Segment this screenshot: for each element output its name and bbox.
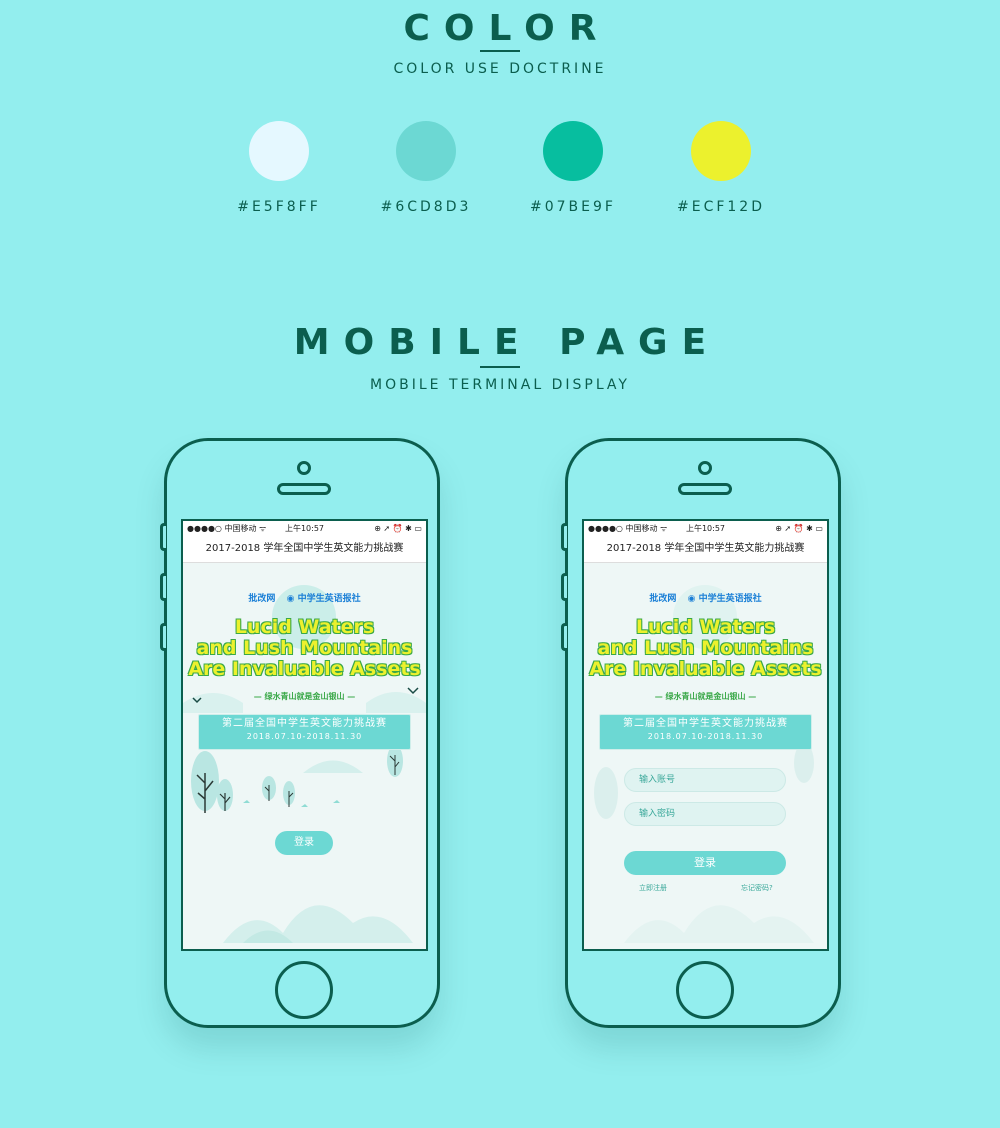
phone-screen: ●●●●○ 中国移动 ᯤ 上午10:57 ⊕ ➚ ⏰ ✱ ▭ 2017-2018… [181,519,428,951]
headline-line: Are Invaluable Assets [188,658,421,680]
event-dates: 2018.07.10-2018.11.30 [647,732,764,741]
event-banner: 第二届全国中学生英文能力挑战赛 2018.07.10-2018.11.30 [599,714,812,750]
event-title: 第二届全国中学生英文能力挑战赛 [222,718,387,729]
color-section-title: COLOR [403,8,611,49]
home-button [275,961,333,1019]
swatch-circle [249,121,309,181]
slogan: — 绿水青山就是金山银山 — [654,692,757,701]
swatch-label: #07BE9F [530,199,616,215]
phone-mockup-home: ●●●●○ 中国移动 ᯤ 上午10:57 ⊕ ➚ ⏰ ✱ ▭ 2017-2018… [160,438,440,1028]
title-underline [480,50,520,52]
swatch-circle [396,121,456,181]
pigai-logo: 批改网 [248,594,276,604]
status-time: 上午10:57 [685,523,726,533]
headline: Lucid Waters and Lush Mountains Are Inva… [584,617,827,680]
swatch-label: #ECF12D [677,199,765,215]
status-bar: ●●●●○ 中国移动 ᯤ 上午10:57 ⊕ ➚ ⏰ ✱ ▭ [183,521,426,535]
swatch-label: #E5F8FF [237,199,321,215]
home-button [676,961,734,1019]
swatch-label: #6CD8D3 [380,199,472,215]
newspaper-logo: ◉ 中学生英语报社 [687,594,762,604]
status-time: 上午10:57 [284,523,325,533]
account-input[interactable]: 输入账号 [624,768,786,792]
mobile-section-subtitle: MOBILE TERMINAL DISPLAY [370,377,630,393]
speaker-icon [678,483,732,495]
side-button [561,523,567,551]
event-dates: 2018.07.10-2018.11.30 [246,732,363,741]
mobile-section-title: MOBILE PAGE [293,322,721,363]
newspaper-logo: ◉ 中学生英语报社 [286,594,361,604]
headline-line: Lucid Waters [635,616,776,638]
phone-mockup-login: ●●●●○ 中国移动 ᯤ 上午10:57 ⊕ ➚ ⏰ ✱ ▭ 2017-2018… [561,438,841,1028]
forgot-password-link[interactable]: 忘记密码? [741,883,773,893]
register-link[interactable]: 立即注册 [639,883,667,893]
password-input[interactable]: 输入密码 [624,802,786,826]
speaker-icon [277,483,331,495]
headline-line: and Lush Mountains [597,637,814,659]
camera-icon [297,461,311,475]
event-banner: 第二届全国中学生英文能力挑战赛 2018.07.10-2018.11.30 [198,714,411,750]
side-button [160,623,166,651]
status-bar: ●●●●○ 中国移动 ᯤ 上午10:57 ⊕ ➚ ⏰ ✱ ▭ [584,521,827,535]
side-button [561,573,567,601]
headline: Lucid Waters and Lush Mountains Are Inva… [183,617,426,680]
headline-line: and Lush Mountains [196,637,413,659]
swatch-circle [543,121,603,181]
side-button [561,623,567,651]
partner-logos: 批改网 ◉ 中学生英语报社 [584,591,827,604]
swatch-circle [691,121,751,181]
nav-title: 2017-2018 学年全国中学生英文能力挑战赛 [584,535,827,563]
nav-title: 2017-2018 学年全国中学生英文能力挑战赛 [183,535,426,563]
login-button[interactable]: 登录 [624,851,786,875]
phone-screen: ●●●●○ 中国移动 ᯤ 上午10:57 ⊕ ➚ ⏰ ✱ ▭ 2017-2018… [582,519,829,951]
pigai-logo: 批改网 [649,594,677,604]
side-button [160,573,166,601]
headline-line: Lucid Waters [234,616,375,638]
headline-line: Are Invaluable Assets [589,658,822,680]
partner-logos: 批改网 ◉ 中学生英语报社 [183,591,426,604]
color-section-subtitle: COLOR USE DOCTRINE [393,61,607,77]
login-button[interactable]: 登录 [275,831,333,855]
side-button [160,523,166,551]
camera-icon [698,461,712,475]
title-underline [480,366,520,368]
slogan: — 绿水青山就是金山银山 — [253,692,356,701]
event-title: 第二届全国中学生英文能力挑战赛 [623,718,788,729]
